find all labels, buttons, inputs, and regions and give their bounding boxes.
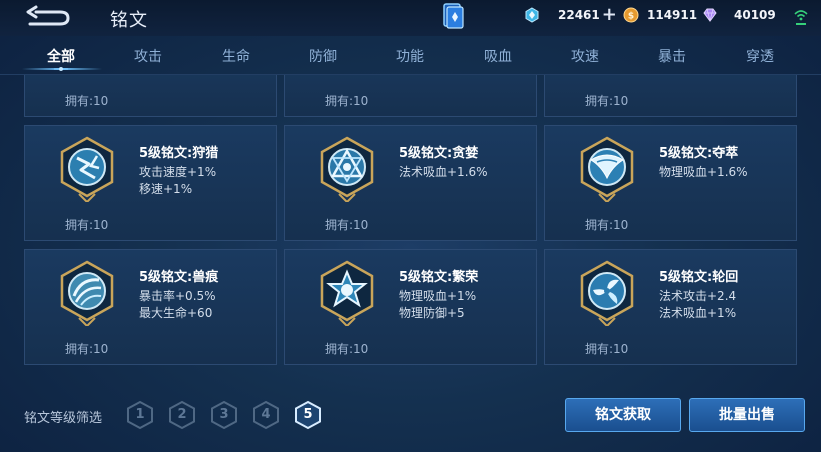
inscription-stat: 物理吸血+1% xyxy=(399,289,477,303)
bulk-sell-button[interactable]: 批量出售 xyxy=(689,398,805,432)
inscription-list[interactable]: 拥有:10 拥有:10 拥有:10 5级铭文:狩猎 攻击速度+1% 移速+1% … xyxy=(0,75,821,371)
owned-count: 拥有:10 xyxy=(325,94,369,108)
inscription-stat: 物理吸血+1.6% xyxy=(659,165,748,179)
inscription-book-icon[interactable] xyxy=(441,2,465,30)
category-tabs: 全部 攻击 生命 防御 功能 吸血 攻速 暴击 穿透 xyxy=(0,40,821,74)
inscription-card-beast-mark[interactable]: 5级铭文:兽痕 暴击率+0.5% 最大生命+60 拥有:10 xyxy=(24,249,277,365)
inscription-stat: 移速+1% xyxy=(139,182,193,196)
inscription-stat: 法术吸血+1% xyxy=(659,306,737,320)
inscription-card[interactable]: 拥有:10 xyxy=(544,75,797,117)
level-filter-label-5: 5 xyxy=(303,407,313,422)
owned-count: 拥有:10 xyxy=(65,218,109,232)
gold-amount: 114911 xyxy=(647,8,698,22)
gold-counter: $ 114911 xyxy=(623,7,697,23)
gem-amount: 40109 xyxy=(734,8,776,22)
inscription-name: 5级铭文:贪婪 xyxy=(399,146,479,161)
inscription-stat: 攻击速度+1% xyxy=(139,165,217,179)
back-arrow-icon[interactable] xyxy=(24,4,74,30)
beast-mark-emblem-icon xyxy=(60,260,114,326)
level-filter-label: 铭文等级筛选 xyxy=(24,411,103,426)
level-filter-4[interactable]: 4 xyxy=(252,400,280,430)
svg-text:$: $ xyxy=(628,12,634,22)
diamond-amount: 22461 xyxy=(558,8,600,22)
diamond-counter[interactable]: 22461 + xyxy=(524,6,617,24)
inscription-name: 5级铭文:兽痕 xyxy=(139,270,219,285)
extract-emblem-icon xyxy=(580,136,634,202)
top-bar: 铭文 22461 + $ 114911 40109 xyxy=(0,0,821,36)
tab-utility[interactable]: 功能 xyxy=(396,46,424,66)
inscription-stat: 最大生命+60 xyxy=(139,306,213,320)
tab-attack[interactable]: 攻击 xyxy=(134,46,162,66)
inscription-acquire-button[interactable]: 铭文获取 xyxy=(565,398,681,432)
page-title: 铭文 xyxy=(110,10,148,31)
inscription-screen: 铭文 22461 + $ 114911 40109 全部 攻击 生命 防御 功能… xyxy=(0,0,821,452)
inscription-card-greed[interactable]: 5级铭文:贪婪 法术吸血+1.6% 拥有:10 xyxy=(284,125,537,241)
level-filter-label-2: 2 xyxy=(177,407,187,422)
level-filter-label-3: 3 xyxy=(219,407,229,422)
owned-count: 拥有:10 xyxy=(325,342,369,356)
inscription-stat: 物理防御+5 xyxy=(399,306,465,320)
owned-count: 拥有:10 xyxy=(585,218,629,232)
prosper-emblem-icon xyxy=(320,260,374,326)
inscription-name: 5级铭文:轮回 xyxy=(659,270,739,285)
greed-emblem-icon xyxy=(320,136,374,202)
inscription-stat: 法术吸血+1.6% xyxy=(399,165,488,179)
level-filter-2[interactable]: 2 xyxy=(168,400,196,430)
owned-count: 拥有:10 xyxy=(325,218,369,232)
tab-critical[interactable]: 暴击 xyxy=(658,46,686,66)
hunt-emblem-icon xyxy=(60,136,114,202)
inscription-name: 5级铭文:夺萃 xyxy=(659,146,739,161)
level-filter-5[interactable]: 5 xyxy=(294,400,322,430)
level-filter-1[interactable]: 1 xyxy=(126,400,154,430)
owned-count: 拥有:10 xyxy=(585,94,629,108)
inscription-card-reincarnation[interactable]: 5级铭文:轮回 法术攻击+2.4 法术吸血+1% 拥有:10 xyxy=(544,249,797,365)
inscription-card-extract[interactable]: 5级铭文:夺萃 物理吸血+1.6% 拥有:10 xyxy=(544,125,797,241)
signal-icon xyxy=(794,10,808,25)
active-tab-marker-icon xyxy=(54,67,68,71)
owned-count: 拥有:10 xyxy=(65,94,109,108)
tab-defense[interactable]: 防御 xyxy=(309,46,337,66)
owned-count: 拥有:10 xyxy=(65,342,109,356)
tab-health[interactable]: 生命 xyxy=(222,46,250,66)
tab-all[interactable]: 全部 xyxy=(47,46,75,66)
tab-lifesteal[interactable]: 吸血 xyxy=(484,46,512,66)
bottom-bar: 铭文等级筛选 1 2 3 4 5 铭文获取 批量出售 xyxy=(0,372,821,452)
inscription-stat: 暴击率+0.5% xyxy=(139,289,216,303)
level-filter-3[interactable]: 3 xyxy=(210,400,238,430)
gem-counter: 40109 xyxy=(702,7,776,23)
tab-attack-speed[interactable]: 攻速 xyxy=(571,46,599,66)
tab-penetration[interactable]: 穿透 xyxy=(746,46,774,66)
gold-coin-icon: $ xyxy=(623,7,639,23)
inscription-card-prosper[interactable]: 5级铭文:繁荣 物理吸血+1% 物理防御+5 拥有:10 xyxy=(284,249,537,365)
level-filter-label-1: 1 xyxy=(135,407,145,422)
reincarnation-emblem-icon xyxy=(580,260,634,326)
inscription-card[interactable]: 拥有:10 xyxy=(24,75,277,117)
gem-icon xyxy=(703,8,717,22)
inscription-name: 5级铭文:繁荣 xyxy=(399,270,479,285)
owned-count: 拥有:10 xyxy=(585,342,629,356)
level-filter-label-4: 4 xyxy=(261,407,271,422)
inscription-stat: 法术攻击+2.4 xyxy=(659,289,737,303)
add-diamond-icon[interactable]: + xyxy=(602,6,617,24)
inscription-name: 5级铭文:狩猎 xyxy=(139,146,219,161)
inscription-card[interactable]: 拥有:10 xyxy=(284,75,537,117)
diamond-icon xyxy=(525,7,539,23)
inscription-card-hunt[interactable]: 5级铭文:狩猎 攻击速度+1% 移速+1% 拥有:10 xyxy=(24,125,277,241)
